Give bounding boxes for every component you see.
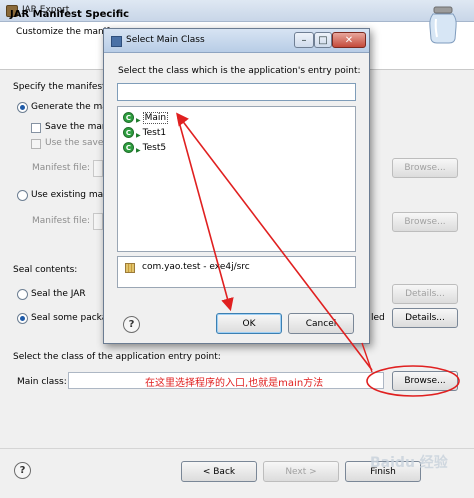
entry-point-label: Select the class of the application entr…: [13, 352, 221, 362]
list-item-test5[interactable]: C ▶ Test5: [123, 141, 166, 154]
package-list[interactable]: com.yao.test - exe4j/src: [117, 256, 356, 288]
class-run-icon: C: [123, 112, 134, 123]
back-button[interactable]: < Back: [181, 461, 257, 482]
manifest-file-label: Manifest file:: [32, 163, 91, 173]
details-button-2[interactable]: Details...: [392, 308, 458, 328]
seal-jar-radio[interactable]: [17, 289, 28, 300]
manifest-file-field[interactable]: [93, 160, 103, 177]
ok-button[interactable]: OK: [216, 313, 282, 334]
use-existing-manifest-radio[interactable]: [17, 190, 28, 201]
browse-manifest-button[interactable]: Browse...: [392, 158, 458, 178]
sealed-suffix-label: led: [371, 313, 385, 323]
generate-manifest-radio[interactable]: [17, 102, 28, 113]
save-manifest-checkbox[interactable]: [31, 123, 41, 133]
specify-manifest-label: Specify the manifest:: [13, 82, 109, 92]
use-saved-checkbox[interactable]: [31, 139, 41, 149]
main-class-label: Main class:: [17, 377, 67, 387]
wizard-heading: JAR Manifest Specific: [10, 9, 130, 20]
package-icon: [125, 263, 135, 273]
next-button[interactable]: Next >: [263, 461, 339, 482]
dialog-window-icon: [111, 36, 122, 47]
close-icon[interactable]: ✕: [332, 32, 366, 48]
annotation-text: 在这里选择程序的入口,也就是main方法: [145, 378, 324, 389]
class-search-input[interactable]: [117, 83, 356, 101]
maximize-icon[interactable]: □: [314, 32, 332, 48]
use-existing-manifest-label: Use existing manif: [31, 190, 115, 200]
help-icon[interactable]: ?: [123, 316, 140, 333]
dialog-prompt: Select the class which is the applicatio…: [118, 66, 361, 76]
watermark: Baidu 经验: [370, 455, 448, 471]
list-item-main[interactable]: C ▶ Main: [123, 111, 169, 124]
cancel-button[interactable]: Cancel: [288, 313, 354, 334]
class-list[interactable]: C ▶ Main C ▶ Test1 C ▶ Test5: [117, 106, 356, 252]
help-icon[interactable]: ?: [14, 462, 31, 479]
class-label: Test1: [142, 127, 167, 138]
manifest-file-field-2[interactable]: [93, 213, 103, 230]
use-saved-label: Use the saved: [45, 138, 110, 148]
class-label: Test5: [142, 142, 167, 153]
manifest-file-label-2: Manifest file:: [32, 216, 91, 226]
browse-existing-button[interactable]: Browse...: [392, 212, 458, 232]
seal-contents-label: Seal contents:: [13, 265, 78, 275]
minimize-icon[interactable]: –: [294, 32, 314, 48]
package-label: com.yao.test - exe4j/src: [142, 262, 250, 272]
details-button-1[interactable]: Details...: [392, 284, 458, 304]
seal-some-radio[interactable]: [17, 313, 28, 324]
class-label: Main: [142, 111, 169, 124]
select-main-class-dialog: Select Main Class – □ ✕ Select the class…: [103, 28, 370, 344]
list-item-test1[interactable]: C ▶ Test1: [123, 126, 166, 139]
class-run-icon: C: [123, 127, 134, 138]
dialog-title: Select Main Class: [126, 35, 205, 45]
jar-icon: [429, 6, 457, 44]
wizard-description: Customize the manife: [16, 27, 115, 37]
seal-jar-label: Seal the JAR: [31, 289, 86, 299]
main-class-browse-button[interactable]: Browse...: [392, 371, 458, 391]
class-run-icon: C: [123, 142, 134, 153]
